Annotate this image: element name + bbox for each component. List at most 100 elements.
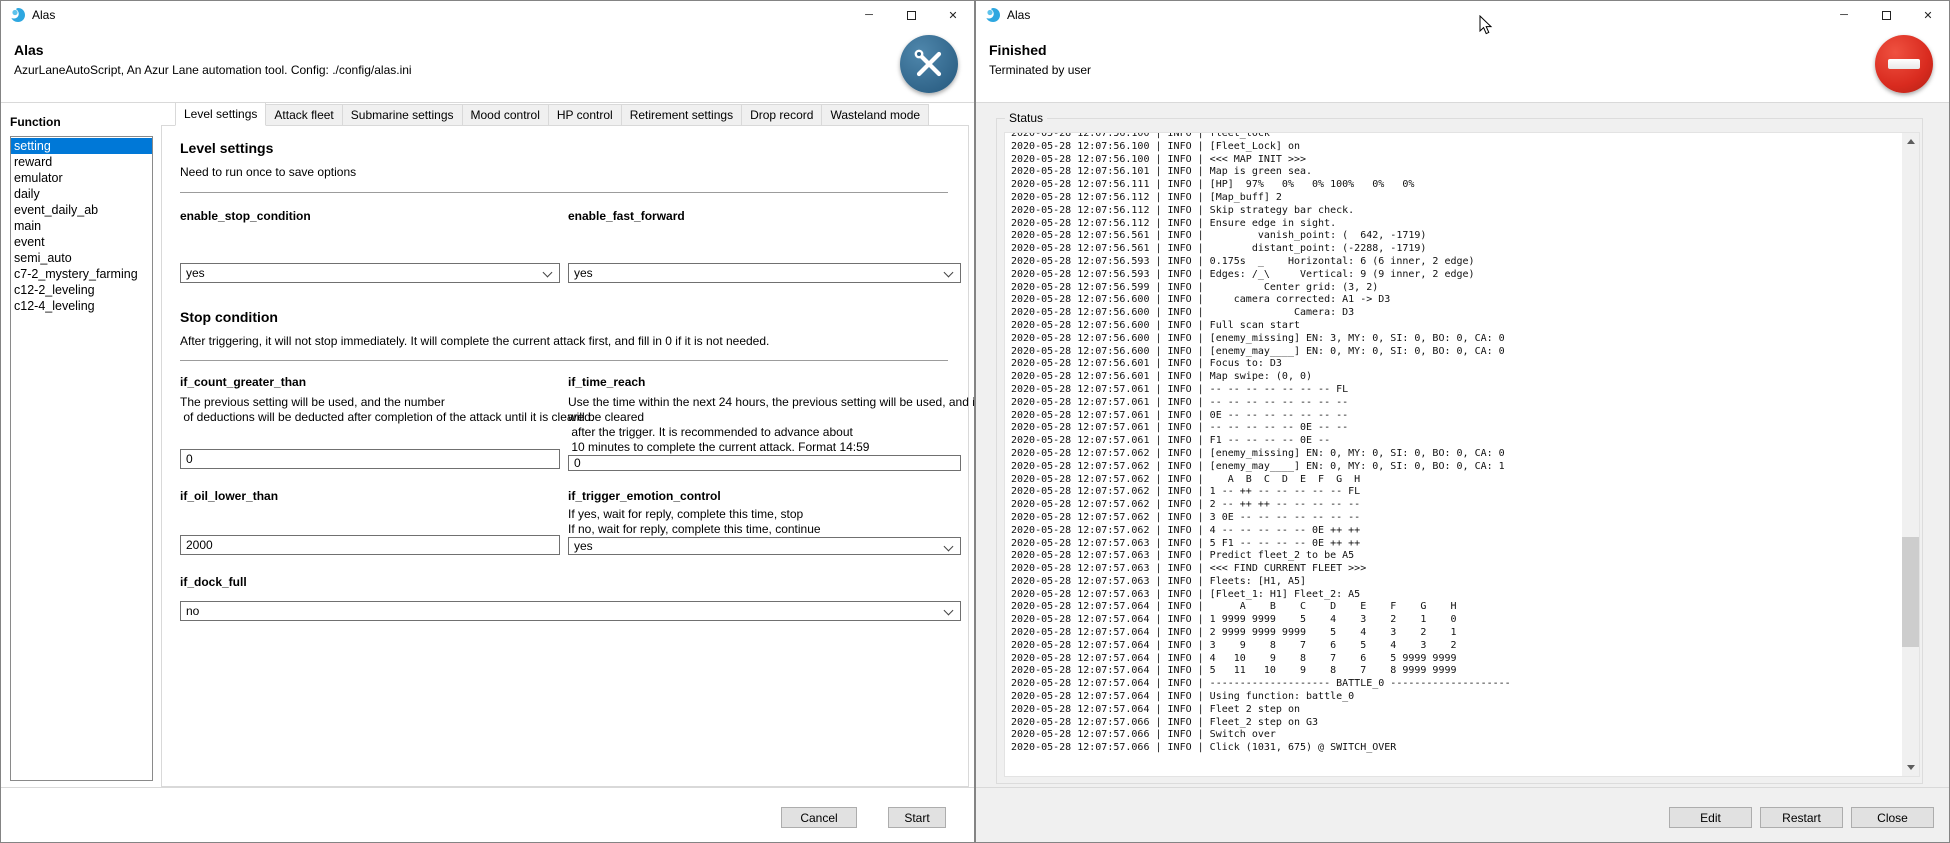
log-line: 2020-05-28 12:07:56.600 | INFO | camera … [1011, 294, 1919, 307]
function-list-item[interactable]: setting [11, 138, 152, 154]
log-line: 2020-05-28 12:07:56.600 | INFO | Full sc… [1011, 320, 1919, 333]
function-list-item[interactable]: event_daily_ab [11, 202, 152, 218]
settings-tab[interactable]: Level settings [175, 102, 266, 126]
settings-tab[interactable]: HP control [549, 104, 622, 126]
scrollbar-thumb[interactable] [1902, 537, 1919, 647]
function-list-item[interactable]: reward [11, 154, 152, 170]
stop-sign-icon [1875, 35, 1933, 93]
left-body: Function settingrewardemulatordailyevent… [1, 103, 974, 787]
function-list-item[interactable]: daily [11, 186, 152, 202]
function-list-item[interactable]: c12-2_leveling [11, 282, 152, 298]
form-row-oil-emotion: if_oil_lower_than if_trigger_emotion_con… [180, 489, 958, 555]
log-line: 2020-05-28 12:07:56.101 | INFO | Map is … [1011, 166, 1919, 179]
scroll-down-icon[interactable] [1902, 759, 1919, 776]
maximize-icon[interactable] [890, 1, 932, 29]
run-status-title: Finished [989, 42, 1047, 58]
log-line: 2020-05-28 12:07:56.561 | INFO | vanish_… [1011, 230, 1919, 243]
tools-icon [900, 35, 958, 93]
close-icon[interactable]: ✕ [1907, 1, 1949, 29]
settings-tab[interactable]: Submarine settings [343, 104, 463, 126]
field-if-count-greater-than: if_count_greater_than The previous setti… [180, 375, 560, 469]
field-enable-fast-forward: enable_fast_forward yes [568, 209, 961, 283]
start-button[interactable]: Start [888, 807, 946, 828]
log-line: 2020-05-28 12:07:57.062 | INFO | [enemy_… [1011, 461, 1919, 474]
log-line: 2020-05-28 12:07:57.063 | INFO | <<< FIN… [1011, 563, 1919, 576]
mouse-cursor [1479, 15, 1493, 35]
function-sidebar: Function settingrewardemulatordailyevent… [1, 103, 161, 787]
log-line: 2020-05-28 12:07:57.063 | INFO | Predict… [1011, 550, 1919, 563]
scroll-up-icon[interactable] [1902, 133, 1919, 150]
log-line: 2020-05-28 12:07:57.063 | INFO | 5 F1 --… [1011, 538, 1919, 551]
log-line: 2020-05-28 12:07:56.112 | INFO | [Map_bu… [1011, 192, 1919, 205]
left-titlebar[interactable]: Alas ─ ✕ [1, 1, 974, 29]
settings-tab[interactable]: Attack fleet [266, 104, 342, 126]
cancel-button[interactable]: Cancel [781, 807, 857, 828]
enable-stop-condition-select[interactable]: yes [180, 263, 560, 283]
settings-tab[interactable]: Mood control [463, 104, 549, 126]
log-line: 2020-05-28 12:07:56.111 | INFO | [HP] 97… [1011, 179, 1919, 192]
settings-main: Level settingsAttack fleetSubmarine sett… [161, 103, 974, 787]
log-line: 2020-05-28 12:07:57.062 | INFO | 2 -- ++… [1011, 499, 1919, 512]
right-footer: Edit Restart Close [976, 787, 1949, 842]
log-line: 2020-05-28 12:07:56.112 | INFO | Ensure … [1011, 218, 1919, 231]
field-enable-stop-condition: enable_stop_condition yes [180, 209, 560, 283]
if-trigger-emotion-control-select[interactable]: yes [568, 537, 961, 555]
log-line: 2020-05-28 12:07:56.600 | INFO | [enemy_… [1011, 333, 1919, 346]
log-line: 2020-05-28 12:07:56.593 | INFO | Edges: … [1011, 269, 1919, 282]
log-line: 2020-05-28 12:07:57.066 | INFO | Switch … [1011, 729, 1919, 742]
settings-tab[interactable]: Retirement settings [622, 104, 742, 126]
if-count-greater-than-input[interactable] [180, 449, 560, 469]
settings-tab[interactable]: Wasteland mode [822, 104, 929, 126]
function-list-item[interactable]: emulator [11, 170, 152, 186]
edit-button[interactable]: Edit [1669, 807, 1752, 828]
function-list-item[interactable]: main [11, 218, 152, 234]
function-list-item[interactable]: semi_auto [11, 250, 152, 266]
log-line: 2020-05-28 12:07:57.061 | INFO | -- -- -… [1011, 422, 1919, 435]
log-line: 2020-05-28 12:07:57.062 | INFO | 4 -- --… [1011, 525, 1919, 538]
field-label: if_time_reach [568, 375, 961, 389]
log-line: 2020-05-28 12:07:56.100 | INFO | fleet_l… [1011, 132, 1919, 141]
maximize-icon[interactable] [1865, 1, 1907, 29]
function-list-item[interactable]: c7-2_mystery_farming [11, 266, 152, 282]
function-listbox[interactable]: settingrewardemulatordailyevent_daily_ab… [10, 136, 153, 781]
log-line: 2020-05-28 12:07:57.063 | INFO | [Fleet_… [1011, 589, 1919, 602]
field-if-trigger-emotion-control: if_trigger_emotion_control If yes, wait … [568, 489, 961, 555]
run-status-subtitle: Terminated by user [989, 63, 1091, 77]
log-line: 2020-05-28 12:07:56.593 | INFO | 0.175s … [1011, 256, 1919, 269]
alas-app-icon [985, 7, 1001, 23]
log-line: 2020-05-28 12:07:56.100 | INFO | <<< MAP… [1011, 154, 1919, 167]
log-line: 2020-05-28 12:07:56.600 | INFO | [enemy_… [1011, 346, 1919, 359]
enable-fast-forward-select[interactable]: yes [568, 263, 961, 283]
field-label: if_oil_lower_than [180, 489, 560, 503]
function-list-item[interactable]: c12-4_leveling [11, 298, 152, 314]
if-time-reach-input[interactable] [568, 455, 961, 471]
minimize-icon[interactable]: ─ [1823, 1, 1865, 29]
if-oil-lower-than-input[interactable] [180, 535, 560, 555]
settings-tabs[interactable]: Level settingsAttack fleetSubmarine sett… [175, 104, 969, 126]
log-line: 2020-05-28 12:07:57.064 | INFO | Fleet 2… [1011, 704, 1919, 717]
log-line: 2020-05-28 12:07:57.062 | INFO | [enemy_… [1011, 448, 1919, 461]
field-desc: Use the time within the next 24 hours, t… [568, 395, 961, 455]
log-line: 2020-05-28 12:07:57.061 | INFO | 0E -- -… [1011, 410, 1919, 423]
function-list-item[interactable]: event [11, 234, 152, 250]
alas-app-icon [10, 7, 26, 23]
screen: Alas ─ ✕ Alas AzurLaneAutoScript, An Azu… [0, 0, 1950, 843]
field-if-oil-lower-than: if_oil_lower_than [180, 489, 560, 555]
field-desc: The previous setting will be used, and t… [180, 395, 560, 425]
close-button[interactable]: Close [1851, 807, 1934, 828]
settings-tab[interactable]: Drop record [742, 104, 822, 126]
chevron-down-icon [944, 268, 954, 278]
log-line: 2020-05-28 12:07:57.064 | INFO | 5 11 10… [1011, 665, 1919, 678]
minimize-icon[interactable]: ─ [848, 1, 890, 29]
field-label: if_dock_full [180, 575, 961, 589]
log-view[interactable]: 2020-05-28 12:07:56.100 | INFO | fleet_l… [1004, 132, 1920, 777]
log-line: 2020-05-28 12:07:57.062 | INFO | 1 -- ++… [1011, 486, 1919, 499]
field-label: enable_fast_forward [568, 209, 961, 223]
left-app-header: Alas AzurLaneAutoScript, An Azur Lane au… [1, 29, 974, 103]
chevron-down-icon [543, 268, 553, 278]
right-titlebar[interactable]: Alas ─ ✕ [976, 1, 1949, 29]
close-icon[interactable]: ✕ [932, 1, 974, 29]
log-scrollbar[interactable] [1902, 133, 1919, 776]
restart-button[interactable]: Restart [1760, 807, 1843, 828]
if-dock-full-select[interactable]: no [180, 601, 961, 621]
